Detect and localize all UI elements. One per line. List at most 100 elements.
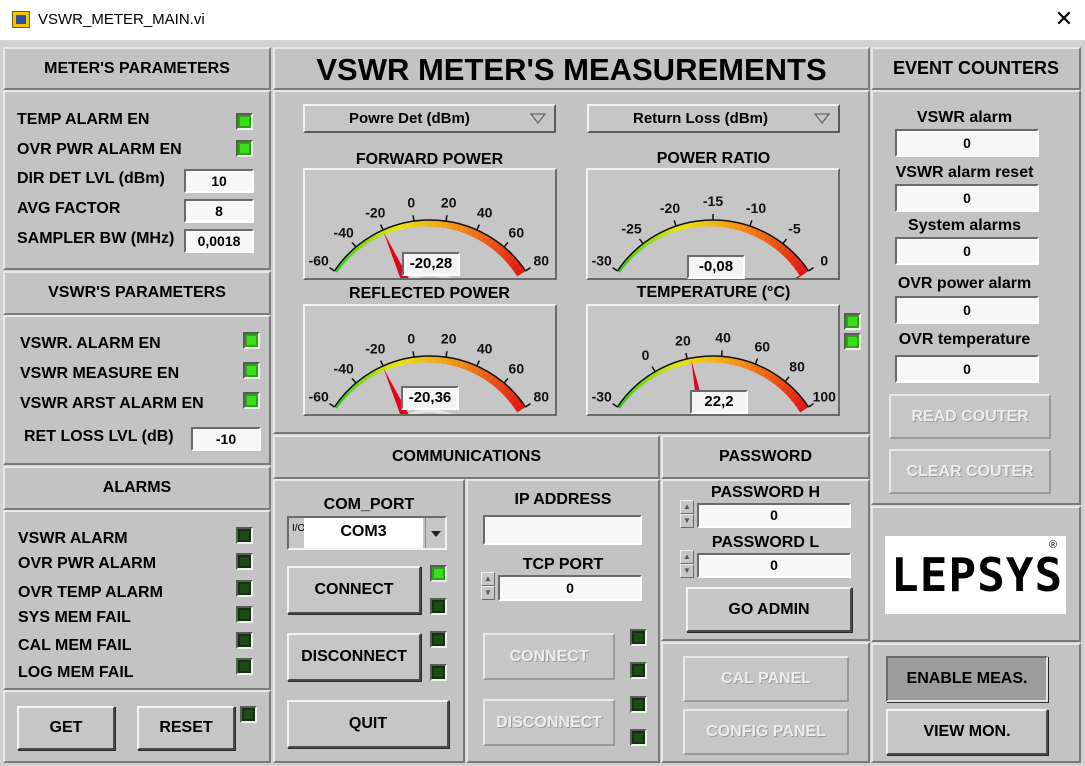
- password-l-stepper[interactable]: ▲ ▼: [680, 550, 694, 580]
- password-h-field[interactable]: 0: [697, 503, 851, 528]
- tcp-status-led-2: [630, 729, 647, 746]
- gauge-tick: [612, 266, 618, 272]
- gauge-tick-label: 40: [715, 329, 731, 345]
- gauge-tick-label: 20: [675, 332, 691, 348]
- password-l-field[interactable]: 0: [697, 553, 851, 578]
- chevron-down-icon[interactable]: [425, 518, 445, 548]
- password-header: PASSWORD: [661, 435, 870, 479]
- gauge-tick: [445, 351, 448, 358]
- tcp-disconnect-button[interactable]: DISCONNECT: [483, 699, 615, 746]
- enable-meas-button[interactable]: ENABLE MEAS.: [886, 656, 1048, 702]
- gauge-tick: [379, 224, 384, 231]
- gauge-tick: [525, 266, 531, 272]
- gauge-tick: [784, 376, 790, 382]
- tcp-port-stepper[interactable]: ▲ ▼: [481, 572, 495, 602]
- tcp-port-field[interactable]: 0: [498, 575, 642, 601]
- return-loss-ring[interactable]: Return Loss (dBm): [587, 104, 840, 133]
- stepper-down-icon[interactable]: ▼: [680, 514, 694, 528]
- gauge-tick: [754, 358, 759, 365]
- stepper-up-icon[interactable]: ▲: [680, 500, 694, 514]
- temperature-value: 22,2: [690, 390, 748, 414]
- power-ratio-value: -0,08: [687, 255, 745, 279]
- ret-loss-lvl-field[interactable]: -10: [191, 427, 261, 451]
- gauge-tick: [379, 360, 384, 367]
- gauge-tick-label: 80: [533, 388, 549, 404]
- gauge-tick: [476, 224, 481, 231]
- tcp-connect-button[interactable]: CONNECT: [483, 633, 615, 680]
- counter-label: OVR power alarm: [897, 275, 1032, 292]
- gauge-tick-label: -15: [703, 193, 723, 209]
- alarm-label: LOG MEM FAIL: [18, 664, 134, 681]
- gauge-tick-label: -20: [365, 341, 385, 357]
- event-counters-header: EVENT COUNTERS: [871, 47, 1081, 90]
- view-mon-button[interactable]: VIEW MON.: [886, 709, 1048, 755]
- password-h-stepper[interactable]: ▲ ▼: [680, 500, 694, 530]
- temp-alarm-en-led[interactable]: [236, 113, 253, 130]
- go-admin-button[interactable]: GO ADMIN: [686, 587, 852, 632]
- serial-disconnect-button[interactable]: DISCONNECT: [287, 633, 421, 681]
- cal-panel-button[interactable]: CAL PANEL: [683, 656, 849, 702]
- gauge-scale-segment: [435, 220, 442, 228]
- gauge-tick-label: -60: [309, 388, 329, 404]
- vswr-arst-alarm-en-led[interactable]: [243, 392, 260, 409]
- read-counter-button[interactable]: READ COUTER: [889, 394, 1051, 439]
- power-det-ring[interactable]: Powre Det (dBm): [303, 104, 556, 133]
- gauge-scale-segment: [424, 220, 430, 227]
- vswr-arst-alarm-en-label: VSWR ARST ALARM EN: [20, 395, 204, 412]
- close-icon[interactable]: ✕: [1051, 5, 1077, 33]
- gauge-tick: [782, 238, 788, 245]
- gauge-tick-label: 80: [533, 252, 549, 268]
- vswr-measure-en-led[interactable]: [243, 362, 260, 379]
- power-det-ring-label: Powre Det (dBm): [349, 110, 470, 127]
- io-icon: I/O: [292, 523, 306, 534]
- gauge-tick-label: 60: [509, 361, 525, 377]
- gauge-tick-label: -30: [592, 388, 612, 404]
- counter-value: 0: [895, 355, 1039, 383]
- gauge-tick: [503, 241, 509, 248]
- title-bar: VSWR_METER_MAIN.vi ✕: [0, 0, 1085, 41]
- counter-value: 0: [895, 184, 1039, 212]
- ip-address-label: IP ADDRESS: [514, 491, 612, 508]
- ip-address-field[interactable]: [483, 515, 642, 545]
- gauge-tick: [329, 266, 335, 272]
- gauge-tick-label: 60: [509, 225, 525, 241]
- sys-mem-fail-led: [236, 606, 253, 623]
- tcp-port-label: TCP PORT: [522, 556, 604, 573]
- gauge-tick: [412, 351, 415, 358]
- gauge-tick: [673, 220, 677, 227]
- gauge-tick: [638, 238, 644, 245]
- avg-factor-field[interactable]: 8: [184, 199, 254, 223]
- clear-counter-button[interactable]: CLEAR COUTER: [889, 449, 1051, 494]
- ovr-pwr-alarm-en-led[interactable]: [236, 140, 253, 157]
- gauge-scale-segment: [718, 356, 725, 364]
- vswr-alarm-en-led[interactable]: [243, 332, 260, 349]
- gauge-tick: [445, 215, 448, 222]
- stepper-up-icon[interactable]: ▲: [680, 550, 694, 564]
- serial-status-led: [430, 598, 447, 615]
- temperature-led-1: [844, 313, 861, 330]
- serial-connect-button[interactable]: CONNECT: [287, 566, 421, 614]
- forward-power-value: -20,28: [402, 252, 460, 276]
- alarm-label: CAL MEM FAIL: [18, 637, 132, 654]
- gauge-scale-segment: [713, 356, 719, 363]
- gauge-scale-segment: [707, 220, 713, 227]
- gauge-scale-segment: [707, 356, 713, 363]
- gauge-title-temperature: TEMPERATURE (°C): [636, 284, 791, 301]
- gauge-tick-label: -60: [309, 252, 329, 268]
- sampler-bw-label: SAMPLER BW (MHz): [17, 230, 175, 247]
- reflected-power-value: -20,36: [401, 386, 459, 410]
- get-button[interactable]: GET: [17, 706, 115, 750]
- quit-button[interactable]: QUIT: [287, 700, 449, 748]
- stepper-down-icon[interactable]: ▼: [680, 564, 694, 578]
- gauge-scale-segment: [713, 220, 719, 227]
- stepper-down-icon[interactable]: ▼: [481, 586, 495, 600]
- stepper-up-icon[interactable]: ▲: [481, 572, 495, 586]
- config-panel-button[interactable]: CONFIG PANEL: [683, 709, 849, 755]
- sampler-bw-field[interactable]: 0,0018: [184, 229, 254, 253]
- dir-det-lvl-field[interactable]: 10: [184, 169, 254, 193]
- logo-text: LEPSYS: [891, 548, 1064, 602]
- tcp-disconnect-led: [630, 696, 647, 713]
- reset-button[interactable]: RESET: [137, 706, 235, 750]
- com-port-select[interactable]: I/O COM3: [287, 516, 447, 550]
- lepsys-logo: LEPSYS ®: [885, 536, 1066, 614]
